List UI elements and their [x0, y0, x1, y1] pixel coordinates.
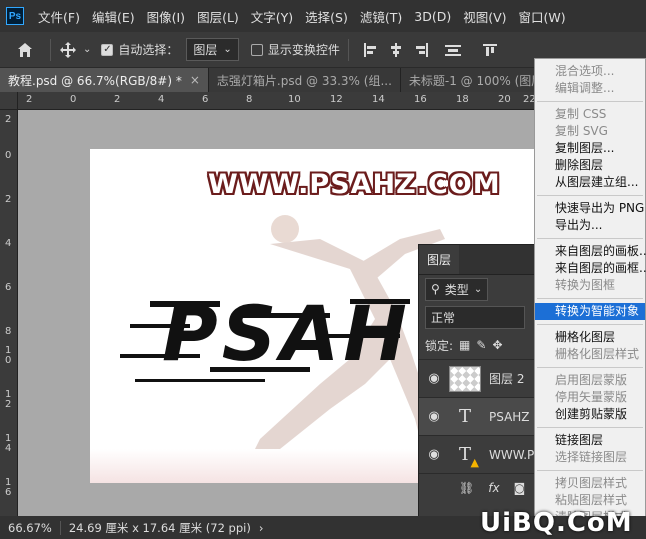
- menu-item-group-from-layers[interactable]: 从图层建立组...: [535, 174, 645, 191]
- menu-item-paste-layer-style[interactable]: 粘贴图层样式: [535, 492, 645, 509]
- glitch-bar: [210, 367, 310, 372]
- auto-select-checkbox[interactable]: ✓: [101, 43, 114, 56]
- menu-filter[interactable]: 滤镜(T): [360, 7, 402, 26]
- show-transform-label: 显示变换控件: [267, 43, 340, 57]
- menu-type[interactable]: 文字(Y): [251, 7, 293, 26]
- glitch-bar: [135, 379, 265, 382]
- menu-item-artboard-from-layers[interactable]: 来自图层的画板...: [535, 243, 646, 260]
- layer-row-layer2[interactable]: ◉ 图层 2: [419, 359, 537, 397]
- layer-filter-dropdown[interactable]: ⚲ 类型 ⌄: [425, 277, 489, 301]
- lock-row: 锁定: ▦ ✎ ✥: [419, 331, 537, 359]
- menu-file[interactable]: 文件(F): [38, 7, 80, 26]
- chevron-down-icon[interactable]: ⌄: [83, 44, 91, 55]
- zoom-level[interactable]: 66.67%: [8, 520, 61, 535]
- menu-image[interactable]: 图像(I): [147, 7, 185, 26]
- glitch-bar: [350, 299, 410, 304]
- link-layers-icon[interactable]: ⛓: [459, 481, 474, 495]
- photoshop-logo-icon: Ps: [6, 7, 24, 25]
- menu-item-copy-css[interactable]: 复制 CSS: [535, 106, 645, 123]
- visibility-eye-icon[interactable]: ◉: [419, 447, 449, 462]
- visibility-eye-icon[interactable]: ◉: [419, 409, 449, 424]
- glitch-bar: [320, 334, 400, 338]
- menu-item-copy-layer-style[interactable]: 拷贝图层样式: [535, 475, 645, 492]
- menu-bar: Ps 文件(F) 编辑(E) 图像(I) 图层(L) 文字(Y) 选择(S) 滤…: [0, 0, 646, 32]
- auto-select-label: 自动选择：: [118, 43, 179, 57]
- menu-item-rasterize-layer-style[interactable]: 栅格化图层样式: [535, 346, 645, 363]
- menu-edit[interactable]: 编辑(E): [92, 7, 135, 26]
- layer-filter-row: ⚲ 类型 ⌄: [419, 275, 537, 303]
- layer-name: PSAHZ: [489, 409, 530, 424]
- ruler-vertical: 2 0 2 4 6 8 1 0 1 2 1 4 1 6: [0, 110, 18, 516]
- tab-tutorial-psd[interactable]: 教程.psd @ 66.7%(RGB/8#) * ×: [0, 68, 209, 92]
- watermark-logo: UiBQ.CoM: [480, 508, 633, 538]
- menu-item-duplicate-layer[interactable]: 复制图层...: [535, 140, 645, 157]
- menu-item-rasterize-layer[interactable]: 栅格化图层: [535, 329, 645, 346]
- align-center-icon[interactable]: [389, 42, 403, 57]
- menu-item-frame-from-layers[interactable]: 来自图层的画框...: [535, 260, 646, 277]
- menu-item-delete-layer[interactable]: 删除图层: [535, 157, 645, 174]
- menu-item-edit-adjustment[interactable]: 编辑调整...: [535, 80, 645, 97]
- menu-item-select-linked-layers[interactable]: 选择链接图层: [535, 449, 645, 466]
- menu-select[interactable]: 选择(S): [305, 7, 348, 26]
- align-top-icon[interactable]: [482, 43, 497, 57]
- document-size: 24.69 厘米 x 17.64 厘米 (72 ppi): [68, 520, 251, 535]
- close-icon[interactable]: ×: [190, 73, 200, 87]
- add-mask-icon[interactable]: ◙: [514, 481, 526, 495]
- glitch-bar: [130, 324, 190, 328]
- align-left-icon[interactable]: [363, 42, 377, 57]
- layer-row-www[interactable]: ◉ T ▲ WWW.P: [419, 435, 537, 473]
- menu-layer[interactable]: 图层(L): [197, 7, 239, 26]
- distribute-icon[interactable]: [444, 43, 461, 57]
- menu-item-convert-to-frame[interactable]: 转换为图框: [535, 277, 645, 294]
- layer-row-psahz[interactable]: ◉ T PSAHZ: [419, 397, 537, 435]
- menu-item-blending-options[interactable]: 混合选项...: [535, 63, 645, 80]
- menu-item-disable-vector-mask[interactable]: 停用矢量蒙版: [535, 389, 645, 406]
- blend-mode-dropdown[interactable]: 正常: [425, 305, 525, 329]
- menu-item-quick-export-png[interactable]: 快速导出为 PNG: [535, 200, 645, 217]
- layer-name: WWW.P: [489, 447, 535, 462]
- tab-lightbox-psd[interactable]: 志强灯箱片.psd @ 33.3% (组...: [208, 68, 401, 92]
- chevron-down-icon: ⌄: [223, 44, 232, 55]
- menu-window[interactable]: 窗口(W): [519, 7, 566, 26]
- align-right-icon[interactable]: [415, 42, 429, 57]
- menu-item-create-clipping-mask[interactable]: 创建剪贴蒙版: [535, 406, 645, 423]
- warning-icon: ▲: [470, 455, 479, 469]
- menu-item-export-as[interactable]: 导出为...: [535, 217, 645, 234]
- menu-3d[interactable]: 3D(D): [414, 9, 451, 24]
- layer-thumbnail: [449, 365, 481, 392]
- text-layer-icon: T: [458, 406, 471, 427]
- lock-transparent-icon[interactable]: ▦: [459, 338, 470, 352]
- lock-position-icon[interactable]: ✥: [492, 338, 502, 352]
- menu-item-enable-layer-mask[interactable]: 启用图层蒙版: [535, 372, 645, 389]
- move-tool-icon[interactable]: [59, 41, 77, 59]
- layers-panel: 图层 ⚲ 类型 ⌄ 正常 锁定: ▦ ✎ ✥ ◉ 图层 2 ◉ T PSAHZ …: [418, 244, 538, 518]
- show-transform-checkbox[interactable]: [250, 43, 263, 56]
- ruler-corner: [0, 92, 18, 110]
- chevron-down-icon: ⌄: [473, 283, 483, 295]
- menu-item-copy-svg[interactable]: 复制 SVG: [535, 123, 645, 140]
- layers-footer: ⛓ fx ◙: [419, 473, 537, 501]
- lock-label: 锁定:: [425, 338, 454, 353]
- glitch-bar: [240, 313, 330, 318]
- site-url-text: WWW.PSAHZ.COM: [208, 169, 501, 200]
- auto-select-dropdown[interactable]: 图层 ⌄: [186, 38, 239, 61]
- search-icon: ⚲: [431, 282, 440, 296]
- fx-icon[interactable]: fx: [488, 481, 499, 495]
- layer-name: 图层 2: [489, 372, 525, 386]
- visibility-eye-icon[interactable]: ◉: [419, 371, 449, 386]
- menu-item-convert-to-smart-object[interactable]: 转换为智能对象: [535, 303, 645, 320]
- layer-context-menu: 混合选项... 编辑调整... 复制 CSS 复制 SVG 复制图层... 删除…: [534, 58, 646, 539]
- blend-mode-row: 正常: [419, 303, 537, 331]
- layers-panel-header: 图层: [419, 245, 537, 275]
- chevron-right-icon[interactable]: ›: [259, 521, 264, 535]
- text-layer-icon: T ▲: [458, 444, 479, 469]
- glitch-bar: [150, 301, 220, 307]
- lock-brush-icon[interactable]: ✎: [476, 338, 486, 352]
- tab-layers[interactable]: 图层: [419, 245, 460, 274]
- glitch-bar: [120, 354, 200, 358]
- home-icon[interactable]: [8, 42, 42, 58]
- menu-view[interactable]: 视图(V): [463, 7, 506, 26]
- menu-item-link-layers[interactable]: 链接图层: [535, 432, 645, 449]
